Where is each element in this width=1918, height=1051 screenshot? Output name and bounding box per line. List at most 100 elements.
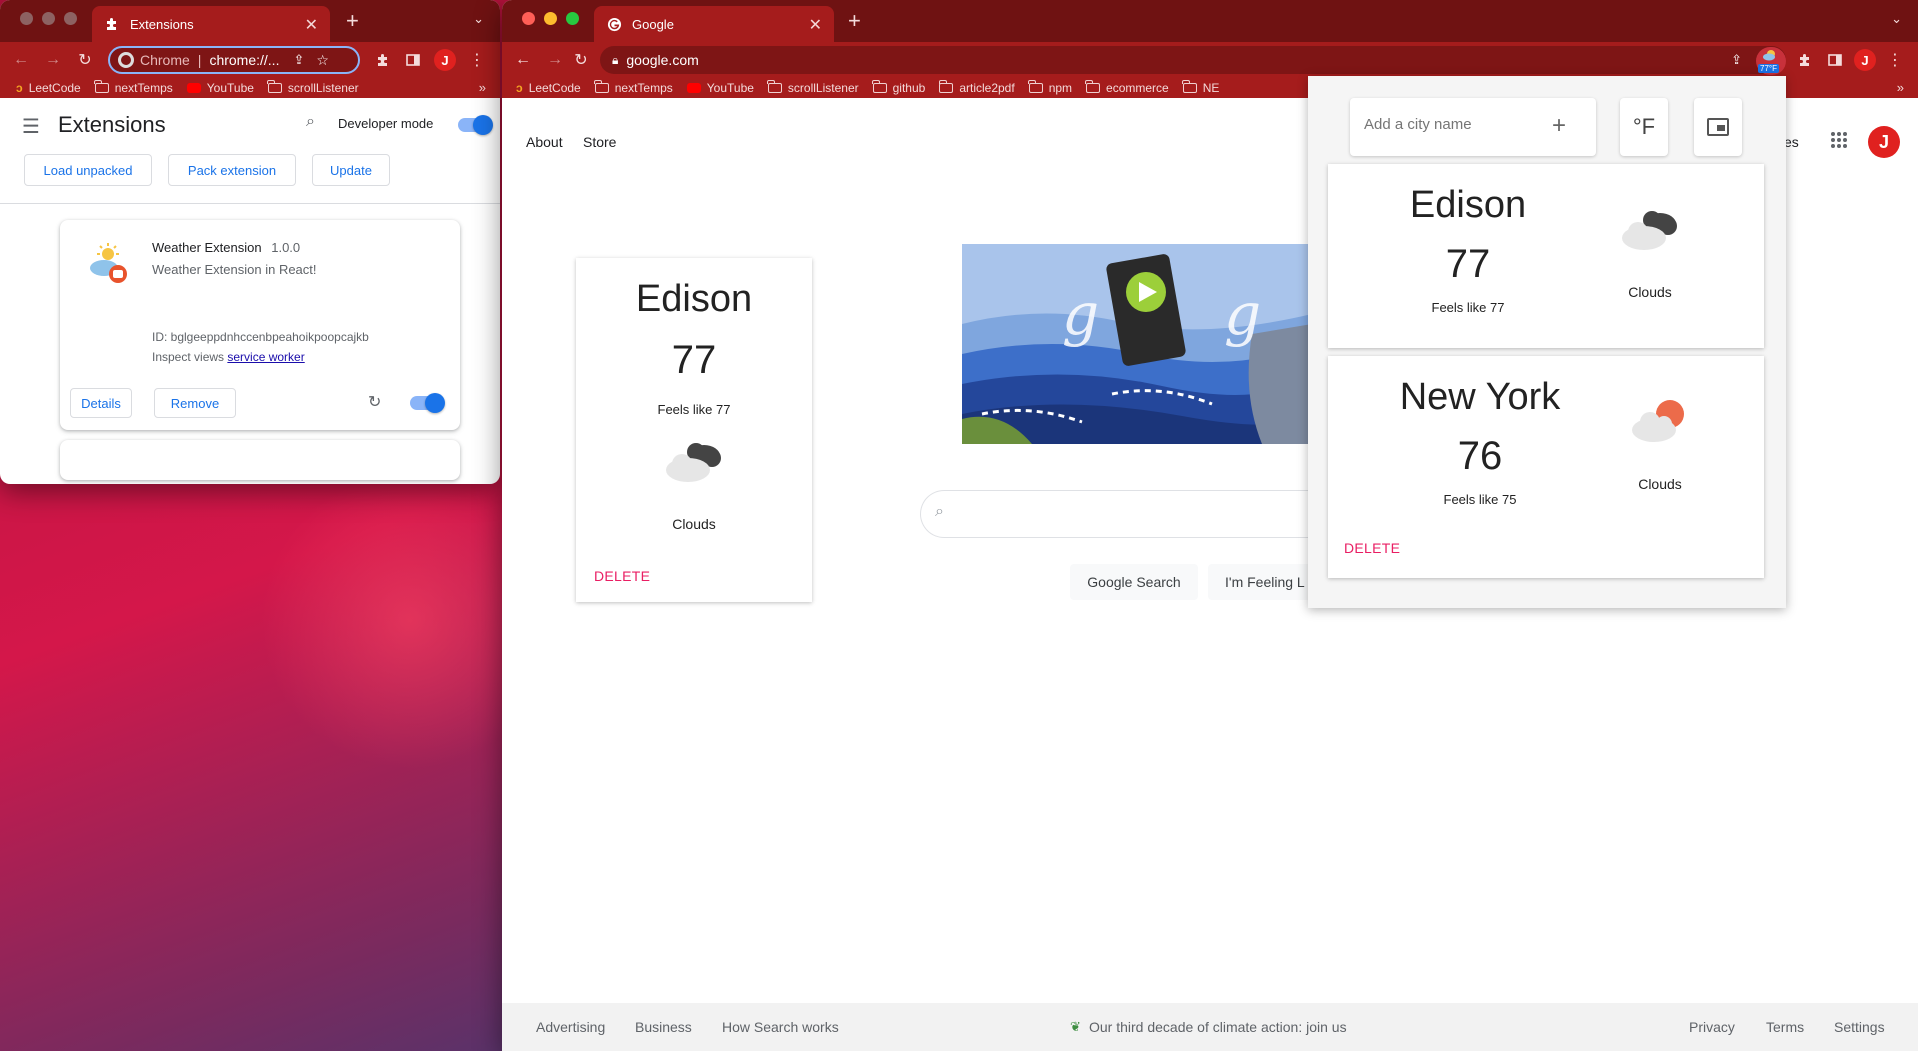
reload-icon[interactable]: ↻ [74, 49, 96, 71]
puzzle-icon [104, 16, 120, 32]
back-arrow-icon[interactable]: ← [10, 49, 32, 71]
remove-button[interactable]: Remove [154, 388, 236, 418]
footer-terms[interactable]: Terms [1766, 1019, 1804, 1035]
bookmark-leetcode[interactable]: ↄ LeetCode [16, 81, 81, 95]
bookmark-leetcode[interactable]: ↄ LeetCode [516, 81, 581, 95]
side-panel-icon[interactable] [402, 49, 424, 71]
about-link[interactable]: About [526, 134, 563, 150]
temperature-badge: 77°F [1758, 64, 1779, 73]
kebab-menu-icon[interactable]: ⋮ [466, 49, 488, 71]
bookmark-nexttemps[interactable]: nextTemps [594, 80, 673, 95]
lock-icon: 🔒︎ [612, 52, 619, 67]
bookmark-youtube[interactable]: YouTube [186, 81, 254, 95]
profile-avatar[interactable]: J [434, 49, 456, 71]
bookmark-article2pdf[interactable]: article2pdf [938, 80, 1015, 95]
extensions-page: ☰ Extensions ⌕ Developer mode Load unpac… [0, 98, 500, 480]
city-name-input[interactable] [1364, 116, 1544, 133]
weather-extension-button[interactable]: 77°F [1756, 47, 1786, 75]
developer-mode-toggle[interactable] [458, 115, 493, 135]
omnibox-url: chrome://... [209, 52, 280, 68]
close-window-button[interactable] [20, 12, 33, 25]
close-tab-icon[interactable]: ✕ [809, 15, 822, 35]
bookmark-npm[interactable]: npm [1028, 80, 1072, 95]
unit-toggle-button[interactable]: °F [1620, 98, 1668, 156]
side-panel-icon[interactable] [1824, 49, 1846, 71]
footer-privacy[interactable]: Privacy [1689, 1019, 1735, 1035]
new-tab-button[interactable]: + [346, 8, 359, 34]
service-worker-link[interactable]: service worker [227, 350, 304, 364]
store-link[interactable]: Store [583, 134, 616, 150]
maximize-window-button[interactable] [566, 12, 579, 25]
maximize-window-button[interactable] [64, 12, 77, 25]
bookmarks-overflow-icon[interactable]: » [479, 80, 486, 95]
bookmarks-bar: ↄ LeetCode nextTemps YouTube scrollListen… [0, 78, 500, 98]
back-arrow-icon[interactable]: ← [512, 49, 534, 71]
tab-extensions[interactable]: Extensions ✕ [92, 6, 330, 42]
clouds-icon [658, 436, 730, 488]
extension-enabled-toggle[interactable] [410, 393, 445, 413]
close-tab-icon[interactable]: ✕ [305, 15, 318, 35]
bookmark-ecommerce[interactable]: ecommerce [1085, 80, 1169, 95]
feeling-lucky-button[interactable]: I'm Feeling L [1208, 564, 1312, 600]
tab-search-chevron-icon[interactable]: ⌄ [1891, 11, 1902, 27]
new-tab-button[interactable]: + [848, 8, 861, 34]
google-search-button[interactable]: Google Search [1070, 564, 1198, 600]
developer-mode-label: Developer mode [338, 116, 434, 131]
bookmark-youtube[interactable]: YouTube [686, 81, 754, 95]
extension-description: Weather Extension in React! [152, 262, 317, 277]
minimize-window-button[interactable] [42, 12, 55, 25]
delete-button[interactable]: DELETE [1344, 540, 1400, 556]
plus-icon[interactable]: + [1552, 112, 1566, 140]
extensions-header: ☰ Extensions ⌕ Developer mode [0, 98, 500, 150]
bookmark-star-icon[interactable]: ☆ [316, 52, 329, 69]
omnibox[interactable]: 🔒︎ google.com ⇪ ☆ [600, 46, 1786, 74]
youtube-icon [686, 83, 701, 93]
kebab-menu-icon[interactable]: ⋮ [1884, 49, 1906, 71]
bookmark-scrolllistener[interactable]: scrollListener [267, 80, 359, 95]
bookmark-github[interactable]: github [872, 80, 925, 95]
tab-google[interactable]: Google ✕ [594, 6, 834, 42]
extension-card-next [60, 440, 460, 480]
google-doodle[interactable]: g g [962, 244, 1312, 444]
tab-search-chevron-icon[interactable]: ⌄ [473, 11, 484, 27]
search-input[interactable]: ⌕ [920, 490, 1320, 538]
extensions-puzzle-icon[interactable] [1794, 49, 1816, 71]
pack-extension-button[interactable]: Pack extension [168, 154, 296, 186]
footer-business[interactable]: Business [635, 1019, 692, 1035]
footer-advertising[interactable]: Advertising [536, 1019, 605, 1035]
window-controls [522, 12, 579, 25]
details-button[interactable]: Details [70, 388, 132, 418]
reload-icon[interactable]: ↻ [570, 49, 592, 71]
overlay-toggle-button[interactable] [1694, 98, 1742, 156]
footer-climate[interactable]: Our third decade of climate action: join… [1089, 1019, 1347, 1035]
hamburger-menu-icon[interactable]: ☰ [22, 114, 40, 139]
svg-text:g: g [1062, 280, 1099, 348]
bookmark-ne[interactable]: NE [1182, 80, 1219, 95]
folder-icon [1085, 80, 1101, 93]
bookmark-nexttemps[interactable]: nextTemps [94, 80, 173, 95]
city-name: Edison [635, 278, 753, 320]
forward-arrow-icon[interactable]: → [42, 49, 64, 71]
share-icon[interactable]: ⇪ [1731, 52, 1742, 68]
close-window-button[interactable] [522, 12, 535, 25]
extensions-puzzle-icon[interactable] [372, 49, 394, 71]
folder-icon [767, 80, 782, 93]
search-icon[interactable]: ⌕ [306, 113, 315, 131]
load-unpacked-button[interactable]: Load unpacked [24, 154, 152, 186]
reload-extension-icon[interactable]: ↻ [368, 392, 381, 412]
images-link-partial[interactable]: es [1784, 134, 1799, 150]
share-icon[interactable]: ⇪ [293, 52, 304, 68]
footer-how-search-works[interactable]: How Search works [722, 1019, 839, 1035]
footer-settings[interactable]: Settings [1834, 1019, 1885, 1035]
temperature: 77 [671, 338, 717, 382]
apps-grid-icon[interactable] [1829, 130, 1849, 150]
update-button[interactable]: Update [312, 154, 390, 186]
bookmarks-overflow-icon[interactable]: » [1897, 80, 1904, 95]
delete-button[interactable]: DELETE [594, 568, 650, 584]
minimize-window-button[interactable] [544, 12, 557, 25]
account-avatar[interactable]: J [1868, 126, 1900, 158]
forward-arrow-icon[interactable]: → [544, 49, 566, 71]
profile-avatar[interactable]: J [1854, 49, 1876, 71]
omnibox[interactable]: Chrome | chrome://... ⇪ ☆ [108, 46, 360, 74]
bookmark-scrolllistener[interactable]: scrollListener [767, 80, 859, 95]
